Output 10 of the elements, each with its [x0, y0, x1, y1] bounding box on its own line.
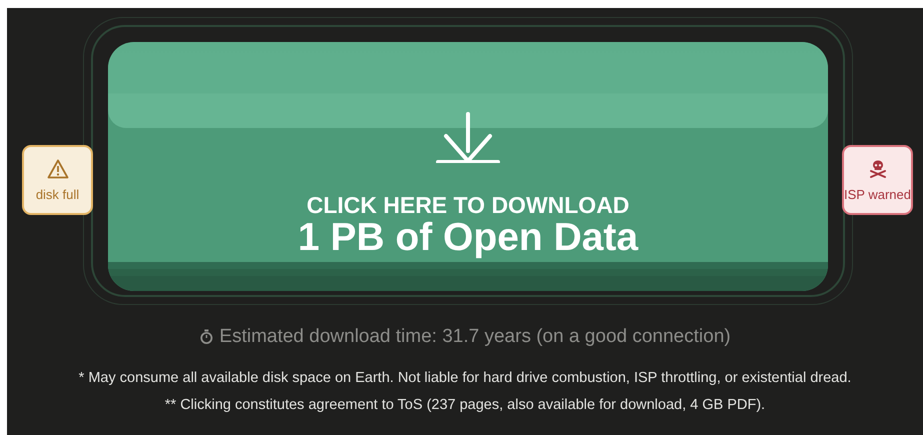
- download-button[interactable]: CLICK HERE TO DOWNLOAD 1 PB of Open Data: [108, 42, 828, 291]
- stopwatch-icon: [199, 329, 214, 345]
- badge-label: disk full: [36, 186, 80, 202]
- footnote: * May consume all available disk space on Earth. Not liable for hard drive combustion, ISP throttling, or existential dread.: [78, 370, 852, 386]
- warning-icon: [46, 158, 68, 178]
- footnote: ** Clicking constitutes agreement to ToS (237 pages, also available for download, 4 GB PDF).: [164, 397, 766, 413]
- download-icon: [434, 110, 502, 162]
- skull-crossbones-icon: [868, 158, 888, 178]
- download-time-estimate: Estimated download time: 31.7 years (on a good connection): [219, 326, 731, 348]
- badge-label: ISP warned: [844, 186, 911, 202]
